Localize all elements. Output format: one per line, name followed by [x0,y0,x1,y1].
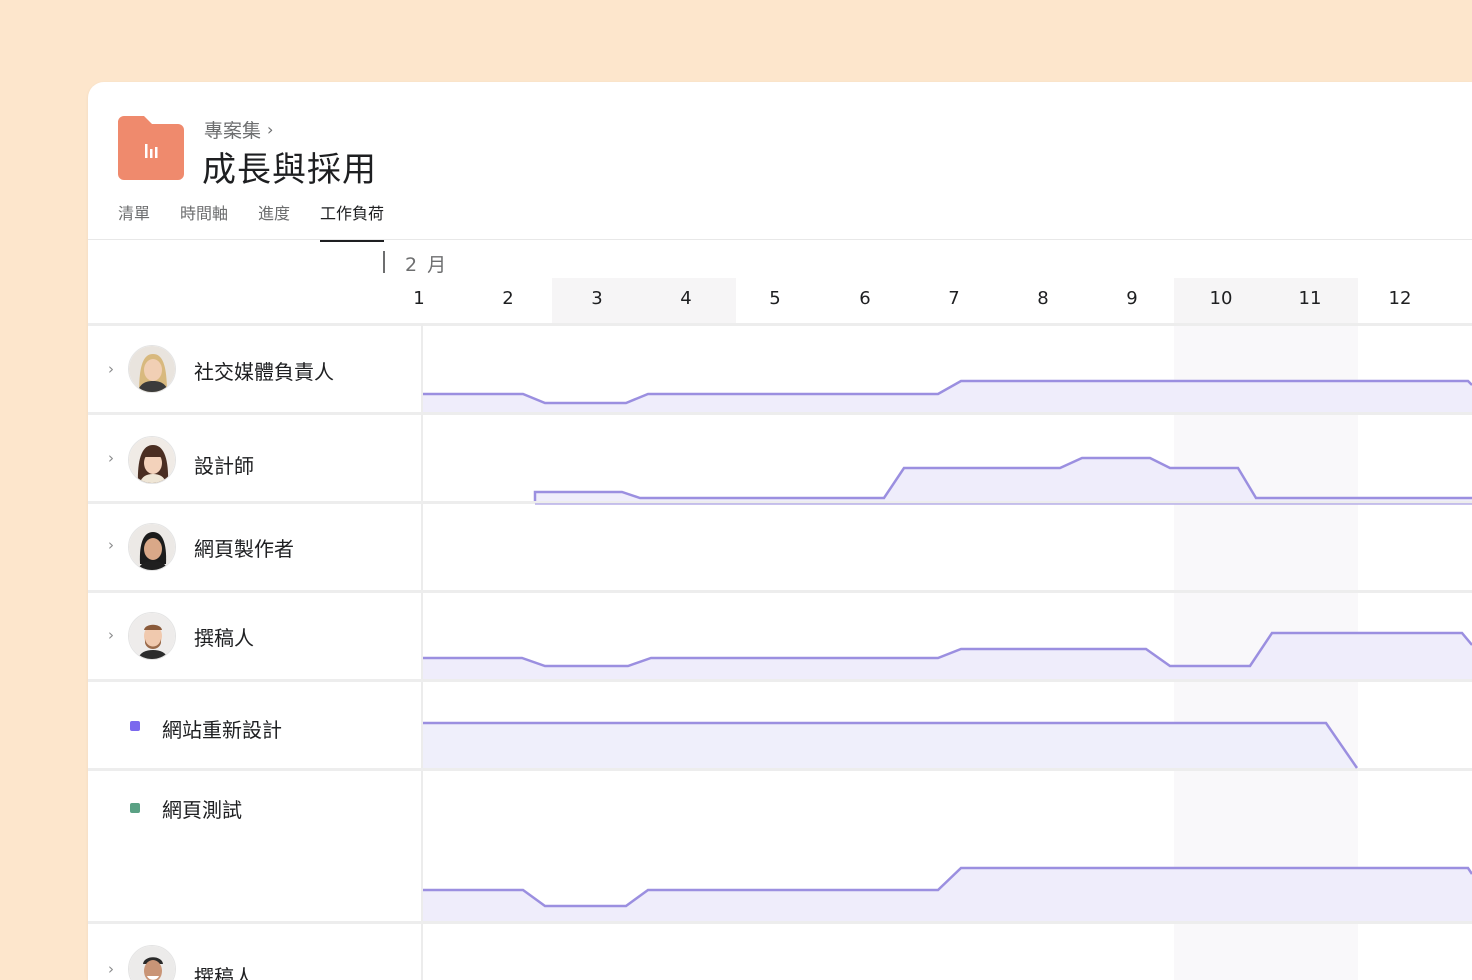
chevron-right-icon[interactable]: › [108,960,114,978]
chevron-right-icon[interactable]: › [108,536,114,554]
chevron-right-icon[interactable]: › [108,360,114,378]
today-marker [383,251,385,273]
row-label: 設計師 [194,454,254,478]
view-tabs: 清單 時間軸 進度 工作負荷 [118,200,385,242]
project-label[interactable]: 網站重新設計 [162,714,282,743]
project-label[interactable]: 網頁測試 [162,794,242,823]
workload-graph [423,379,1472,921]
chevron-right-icon[interactable]: › [108,626,114,644]
man-smiling-avatar [128,945,176,980]
tab-progress[interactable]: 進度 [258,200,290,242]
workload-fill [423,633,1472,679]
portfolio-folder-icon [118,116,184,180]
breadcrumb-label[interactable]: 專案集 [204,116,261,143]
page-title: 成長與採用 [202,150,377,190]
project-color-dot [130,721,140,731]
man-beard-avatar [128,612,176,660]
row-label: 網頁製作者 [194,537,294,561]
row-label: 撰稿人 [194,965,254,980]
woman-blonde-avatar [128,345,176,393]
row-label: 撰稿人 [194,626,254,650]
project-color-dot [130,803,140,813]
workload-panel: 專案集 › 成長與採用 清單 時間軸 進度 工作負荷 2 月 1 2 3 4 5… [88,82,1472,980]
tab-list[interactable]: 清單 [118,200,150,242]
tab-timeline[interactable]: 時間軸 [180,200,228,242]
row-label: 社交媒體負責人 [194,360,334,384]
workload-fill [423,723,1357,768]
workload-fill [535,458,1472,501]
chevron-right-icon[interactable]: › [108,449,114,467]
workload-fill [423,381,1472,412]
woman-bangs-avatar [128,436,176,484]
tab-workload[interactable]: 工作負荷 [320,200,385,242]
woman-dark-hair-avatar [128,523,176,571]
breadcrumb[interactable]: 專案集 › [204,116,273,143]
chevron-right-icon: › [267,120,274,139]
workload-fill [423,868,1472,921]
